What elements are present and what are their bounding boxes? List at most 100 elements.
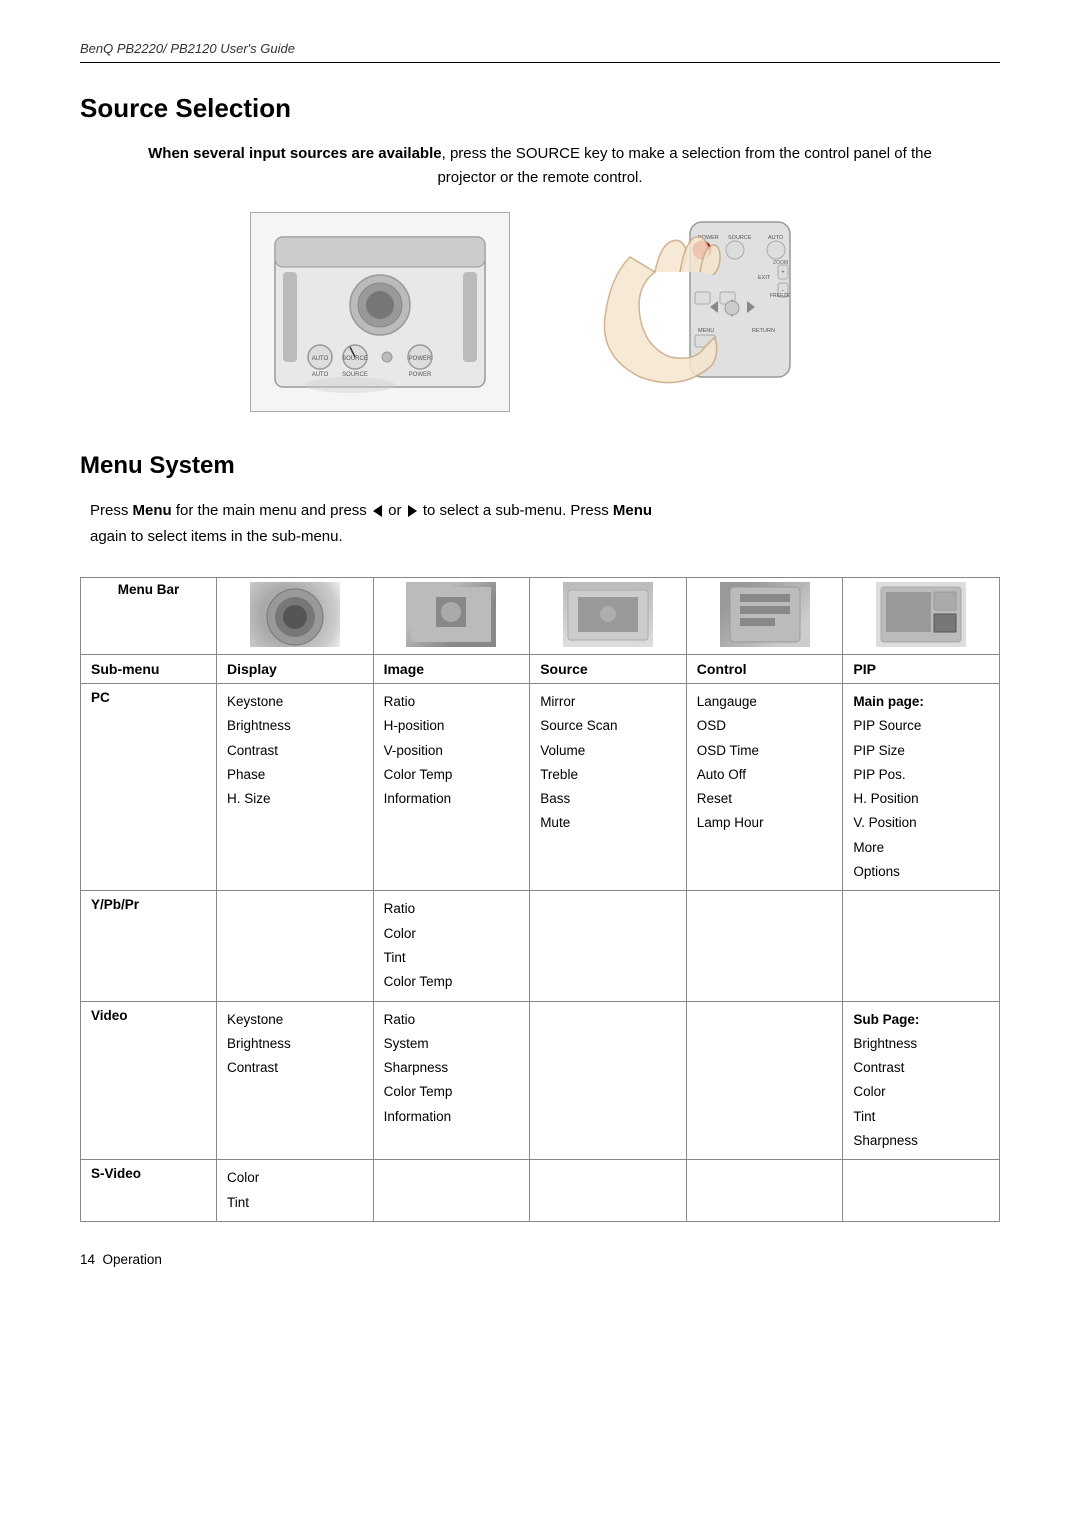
pc-control-list: LangaugeOSDOSD TimeAuto OffResetLamp Hou… bbox=[697, 690, 833, 836]
intro-post: to select a sub-menu. Press bbox=[423, 502, 613, 519]
source-thumb-cell bbox=[530, 578, 687, 655]
svideo-image-items bbox=[373, 1160, 530, 1222]
pc-label: PC bbox=[81, 684, 217, 891]
page-footer: 14 Operation bbox=[80, 1252, 1000, 1267]
video-pip-items: Sub Page: BrightnessContrastColorTintSha… bbox=[843, 1001, 1000, 1160]
svideo-pip-items bbox=[843, 1160, 1000, 1222]
ypbpr-image-items: RatioColorTintColor Temp bbox=[373, 891, 530, 1001]
intro-mid: for the main menu and press bbox=[172, 502, 367, 519]
control-panel-svg: AUTO SOURCE POWER AUTO SOURCE POWER bbox=[265, 227, 495, 397]
intro-menu-bold2: Menu bbox=[613, 502, 652, 519]
intro-end: again to select items in the sub-menu. bbox=[90, 528, 343, 545]
image-thumb-svg bbox=[406, 582, 496, 647]
source-thumb-svg bbox=[563, 582, 653, 647]
ypbpr-source-items bbox=[530, 891, 687, 1001]
ypbpr-display-items bbox=[217, 891, 374, 1001]
svg-text:EXIT: EXIT bbox=[758, 275, 771, 281]
display-thumb-svg bbox=[250, 582, 340, 647]
menu-bar-label: Menu Bar bbox=[81, 578, 217, 655]
remote-control-image: POWER SOURCE AUTO + ZOOM - EXIT bbox=[570, 212, 830, 412]
control-panel-image: AUTO SOURCE POWER AUTO SOURCE POWER bbox=[250, 212, 510, 412]
pip-col-header: PIP bbox=[843, 655, 1000, 684]
images-row: AUTO SOURCE POWER AUTO SOURCE POWER bbox=[80, 212, 1000, 412]
video-display-items: KeystoneBrightnessContrast bbox=[217, 1001, 374, 1160]
intro-bold: When several input sources are available bbox=[148, 145, 441, 162]
remote-control-svg: POWER SOURCE AUTO + ZOOM - EXIT bbox=[580, 217, 820, 407]
pc-image-list: RatioH-positionV-positionColor TempInfor… bbox=[384, 690, 520, 811]
display-thumb-cell bbox=[217, 578, 374, 655]
column-header-row: Sub-menu Display Image Source Control PI… bbox=[81, 655, 1000, 684]
svg-text:POWER: POWER bbox=[409, 356, 432, 362]
svg-text:AUTO: AUTO bbox=[768, 235, 784, 241]
svg-text:ZOOM: ZOOM bbox=[773, 260, 788, 266]
video-display-list: KeystoneBrightnessContrast bbox=[227, 1008, 363, 1081]
control-thumb-cell bbox=[686, 578, 843, 655]
svg-text:AUTO: AUTO bbox=[312, 356, 329, 362]
control-col-header: Control bbox=[686, 655, 843, 684]
source-thumbnail bbox=[563, 582, 653, 647]
intro-rest: , press the SOURCE key to make a selecti… bbox=[437, 145, 931, 186]
image-thumbnail bbox=[406, 582, 496, 647]
ypbpr-label: Y/Pb/Pr bbox=[81, 891, 217, 1001]
pip-thumbnail bbox=[876, 582, 966, 647]
intro-press: Press bbox=[90, 502, 133, 519]
pc-display-list: KeystoneBrightnessContrastPhaseH. Size bbox=[227, 690, 363, 811]
menu-system-title: Menu System bbox=[80, 452, 1000, 480]
svg-text:MENU: MENU bbox=[698, 328, 714, 334]
page: BenQ PB2220/ PB2120 User's Guide Source … bbox=[0, 0, 1080, 1529]
video-row: Video KeystoneBrightnessContrast RatioSy… bbox=[81, 1001, 1000, 1160]
svg-text:AUTO: AUTO bbox=[312, 372, 329, 378]
display-col-header: Display bbox=[217, 655, 374, 684]
source-col-header: Source bbox=[530, 655, 687, 684]
image-thumb-cell bbox=[373, 578, 530, 655]
pc-pip-items: Main page: PIP SourcePIP SizePIP Pos.H. … bbox=[843, 684, 1000, 891]
ypbpr-image-list: RatioColorTintColor Temp bbox=[384, 897, 520, 994]
control-thumb-svg bbox=[720, 582, 810, 647]
pc-row: PC KeystoneBrightnessContrastPhaseH. Siz… bbox=[81, 684, 1000, 891]
source-selection-intro: When several input sources are available… bbox=[80, 142, 1000, 190]
svg-text:POWER: POWER bbox=[409, 372, 432, 378]
pc-image-items: RatioH-positionV-positionColor TempInfor… bbox=[373, 684, 530, 891]
pc-pip-list: Main page: PIP SourcePIP SizePIP Pos.H. … bbox=[853, 690, 989, 884]
display-thumbnail bbox=[250, 582, 340, 647]
pip-thumb-cell bbox=[843, 578, 1000, 655]
svideo-control-items bbox=[686, 1160, 843, 1222]
svideo-row: S-Video ColorTint bbox=[81, 1160, 1000, 1222]
ypbpr-pip-items bbox=[843, 891, 1000, 1001]
video-label: Video bbox=[81, 1001, 217, 1160]
video-control-items bbox=[686, 1001, 843, 1160]
pc-source-list: MirrorSource ScanVolumeTrebleBassMute bbox=[540, 690, 676, 836]
menu-table: Menu Bar bbox=[80, 577, 1000, 1222]
svideo-source-items bbox=[530, 1160, 687, 1222]
video-source-items bbox=[530, 1001, 687, 1160]
svg-text:SOURCE: SOURCE bbox=[728, 235, 752, 241]
pc-control-items: LangaugeOSDOSD TimeAuto OffResetLamp Hou… bbox=[686, 684, 843, 891]
intro-or: or bbox=[388, 502, 401, 519]
svg-text:+: + bbox=[781, 270, 785, 276]
source-selection-title: Source Selection bbox=[80, 93, 1000, 124]
ypbpr-row: Y/Pb/Pr RatioColorTintColor Temp bbox=[81, 891, 1000, 1001]
pip-thumb-svg bbox=[876, 582, 966, 647]
menu-bar-row: Menu Bar bbox=[81, 578, 1000, 655]
video-image-items: RatioSystemSharpnessColor TempInformatio… bbox=[373, 1001, 530, 1160]
header-title: BenQ PB2220/ PB2120 User's Guide bbox=[80, 41, 295, 56]
intro-menu-bold: Menu bbox=[133, 502, 172, 519]
page-number: 14 bbox=[80, 1252, 95, 1267]
menu-system-intro: Press Menu for the main menu and press o… bbox=[80, 498, 1000, 549]
page-header: BenQ PB2220/ PB2120 User's Guide bbox=[80, 40, 1000, 63]
ypbpr-control-items bbox=[686, 891, 843, 1001]
control-thumbnail bbox=[720, 582, 810, 647]
footer-label: Operation bbox=[103, 1252, 162, 1267]
svideo-label: S-Video bbox=[81, 1160, 217, 1222]
video-image-list: RatioSystemSharpnessColor TempInformatio… bbox=[384, 1008, 520, 1129]
pc-source-items: MirrorSource ScanVolumeTrebleBassMute bbox=[530, 684, 687, 891]
submenu-col-header: Sub-menu bbox=[81, 655, 217, 684]
svg-text:FREEZE: FREEZE bbox=[770, 293, 790, 299]
arrow-left-icon bbox=[373, 505, 382, 517]
svideo-display-list: ColorTint bbox=[227, 1166, 363, 1215]
image-col-header: Image bbox=[373, 655, 530, 684]
pc-display-items: KeystoneBrightnessContrastPhaseH. Size bbox=[217, 684, 374, 891]
svideo-display-items: ColorTint bbox=[217, 1160, 374, 1222]
svg-text:RETURN: RETURN bbox=[752, 328, 775, 334]
arrow-right-icon bbox=[408, 505, 417, 517]
